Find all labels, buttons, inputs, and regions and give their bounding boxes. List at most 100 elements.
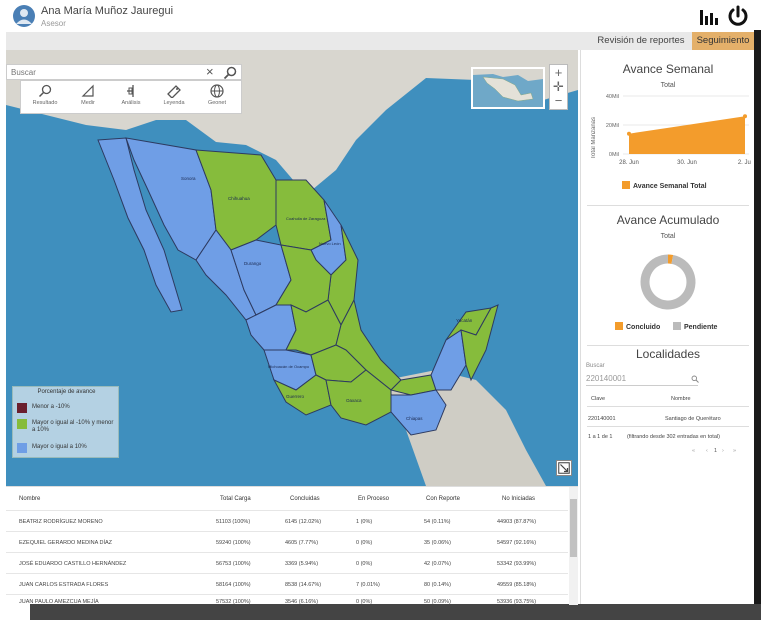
legend-label: Avance Semanal Total	[633, 183, 707, 190]
cell-no-iniciadas: 53342 (93.99%)	[497, 561, 537, 567]
map-label-oaxaca: Oaxaca	[346, 398, 362, 403]
user-name: Ana María Muñoz Jauregui	[41, 5, 174, 17]
cell-total-carga: 59240 (100%)	[216, 540, 251, 546]
column-header-clave[interactable]: Clave	[591, 396, 605, 402]
data-point[interactable]	[627, 131, 631, 136]
next-page-icon[interactable]: ›	[722, 448, 724, 454]
cell-en-proceso: 0 (0%)	[356, 561, 373, 567]
weekly-subtitle: Total	[660, 82, 676, 89]
cell-en-proceso: 0 (0%)	[356, 599, 373, 605]
map-label-durango: Durango	[244, 261, 262, 266]
close-icon[interactable]: ×	[206, 64, 214, 79]
zoom-out-button[interactable]: −	[550, 94, 567, 108]
globe-icon	[210, 84, 224, 98]
cell-clave: 220140001	[588, 416, 616, 422]
cell-total-carga: 51103 (100%)	[216, 519, 251, 525]
cell-nombre: JOSÉ EDUARDO CASTILLO HERNÁNDEZ	[19, 561, 127, 567]
right-panel: Avance Semanal Total Total Manzanas 0Mil…	[580, 50, 754, 604]
cell-no-iniciadas: 54597 (92.16%)	[497, 540, 537, 546]
column-header-nombre[interactable]: Nombre	[671, 396, 691, 402]
weekly-legend[interactable]: Avance Semanal Total	[622, 181, 707, 190]
table-scrollbar[interactable]	[569, 487, 578, 605]
zoom-in-button[interactable]: +	[550, 66, 567, 80]
x-tick-label: 30. Jun	[677, 160, 697, 166]
cell-concluidas: 6145 (12.02%)	[285, 519, 322, 525]
cell-total-carga: 58164 (100%)	[216, 582, 251, 588]
overview-map[interactable]	[471, 67, 545, 109]
table-row[interactable]: JUAN CARLOS ESTRADA FLORES 58164 (100%) …	[6, 573, 568, 594]
power-icon[interactable]	[727, 5, 749, 27]
tool-analisis[interactable]: Análisis	[111, 83, 151, 113]
x-tick-label: 28. Jun	[619, 160, 639, 166]
cell-nombre: BEATRIZ RODRÍGUEZ MORENO	[19, 519, 103, 525]
tool-geonet[interactable]: Geonet	[197, 83, 237, 113]
cell-con-reporte: 80 (0.14%)	[424, 582, 451, 588]
tab-seguimiento[interactable]: Seguimiento	[692, 32, 754, 50]
tool-medir[interactable]: Medir	[68, 83, 108, 113]
pie-slice-pendiente[interactable]	[640, 254, 696, 310]
legend-swatch-red	[17, 403, 27, 413]
legend-swatch	[622, 181, 630, 189]
user-role: Asesor	[41, 19, 66, 28]
pan-icon[interactable]: ✛	[550, 80, 567, 94]
legend-swatch-blue	[17, 443, 27, 453]
expand-icon[interactable]	[556, 460, 572, 476]
y-axis-label: Total Manzanas	[591, 117, 597, 159]
cell-con-reporte: 42 (0.07%)	[424, 561, 451, 567]
map-label-yucatan: Yucatán	[456, 318, 473, 323]
advisors-table: Nombre Total Carga Concluidas En Proceso…	[6, 486, 578, 605]
column-header[interactable]: En Proceso	[358, 496, 389, 502]
page-number[interactable]: 1	[714, 448, 717, 454]
search-icon[interactable]	[223, 66, 237, 80]
map-legend: Porcentaje de avance Menor a -10% Mayor …	[12, 386, 119, 458]
state-coahuila[interactable]	[275, 179, 332, 251]
tool-label: Geonet	[207, 100, 227, 106]
legend-title: Porcentaje de avance	[37, 389, 96, 395]
map-label-chiapas: Chiapas	[406, 416, 423, 421]
tool-leyenda[interactable]: Leyenda	[154, 83, 194, 113]
tab-revision-reportes[interactable]: Revisión de reportes	[591, 32, 691, 50]
cell-en-proceso: 7 (0.01%)	[356, 582, 380, 588]
map-label-coahuila: Coahuila de Zaragoza	[286, 216, 326, 221]
legend-label: Mayor o igual al -10% y menor a 10%	[32, 420, 114, 433]
map-label-nuevo-leon: Nuevo León	[319, 241, 341, 246]
column-header[interactable]: Total Carga	[220, 496, 251, 502]
cell-no-iniciadas: 53936 (93.75%)	[497, 599, 537, 605]
column-header[interactable]: Nombre	[19, 496, 40, 502]
cumulative-donut-chart[interactable]	[636, 250, 700, 314]
weekly-area-chart[interactable]: Total Manzanas 0Mil 20Mil 40Mil 28. Jun 30. …	[591, 90, 751, 182]
last-page-icon[interactable]: »	[733, 448, 736, 454]
table-row[interactable]: JUAN PAULO AMEZCUA MEJÍA 57532 (100%) 35…	[6, 594, 568, 605]
map-search-input[interactable]	[11, 66, 201, 78]
analysis-icon	[127, 85, 134, 97]
cell-nombre: JUAN PAULO AMEZCUA MEJÍA	[19, 599, 99, 605]
bar-chart-icon[interactable]	[699, 8, 719, 26]
cell-en-proceso: 0 (0%)	[356, 540, 373, 546]
legend-label: Mayor o igual a 10%	[32, 444, 87, 450]
cumulative-subtitle: Total	[660, 233, 676, 240]
column-header[interactable]: Concluidas	[290, 496, 320, 502]
area-series[interactable]	[629, 116, 745, 154]
search-icon[interactable]	[691, 375, 699, 383]
map-label-chihuahua: Chihuahua	[228, 196, 250, 201]
column-header[interactable]: No Iniciadas	[502, 496, 535, 502]
prev-page-icon[interactable]: ‹	[706, 448, 708, 454]
plot-area	[627, 114, 747, 154]
table-row[interactable]: JOSÉ EDUARDO CASTILLO HERNÁNDEZ 56753 (1…	[6, 552, 568, 573]
user-avatar-icon	[13, 5, 35, 27]
data-point[interactable]	[743, 114, 747, 119]
table-row[interactable]: BEATRIZ RODRÍGUEZ MORENO 51103 (100%) 61…	[6, 510, 568, 531]
tool-resultado[interactable]: Resultado	[25, 83, 65, 113]
legend-item-concluido[interactable]: Concluido	[615, 322, 660, 331]
legend-item-pendiente[interactable]: Pendiente	[673, 322, 717, 331]
localities-search-input[interactable]	[586, 372, 698, 386]
first-page-icon[interactable]: «	[692, 448, 695, 454]
search-icon	[38, 84, 52, 98]
scrollbar-thumb[interactable]	[570, 499, 577, 557]
divider	[587, 406, 749, 407]
column-header[interactable]: Con Reporte	[426, 496, 460, 502]
map-search-box: ×	[6, 64, 242, 80]
tag-icon	[167, 85, 181, 98]
table-row[interactable]: EZEQUIEL GERARDO MEDINA DÍAZ 59240 (100%…	[6, 531, 568, 552]
cell-con-reporte: 50 (0.09%)	[424, 599, 451, 605]
